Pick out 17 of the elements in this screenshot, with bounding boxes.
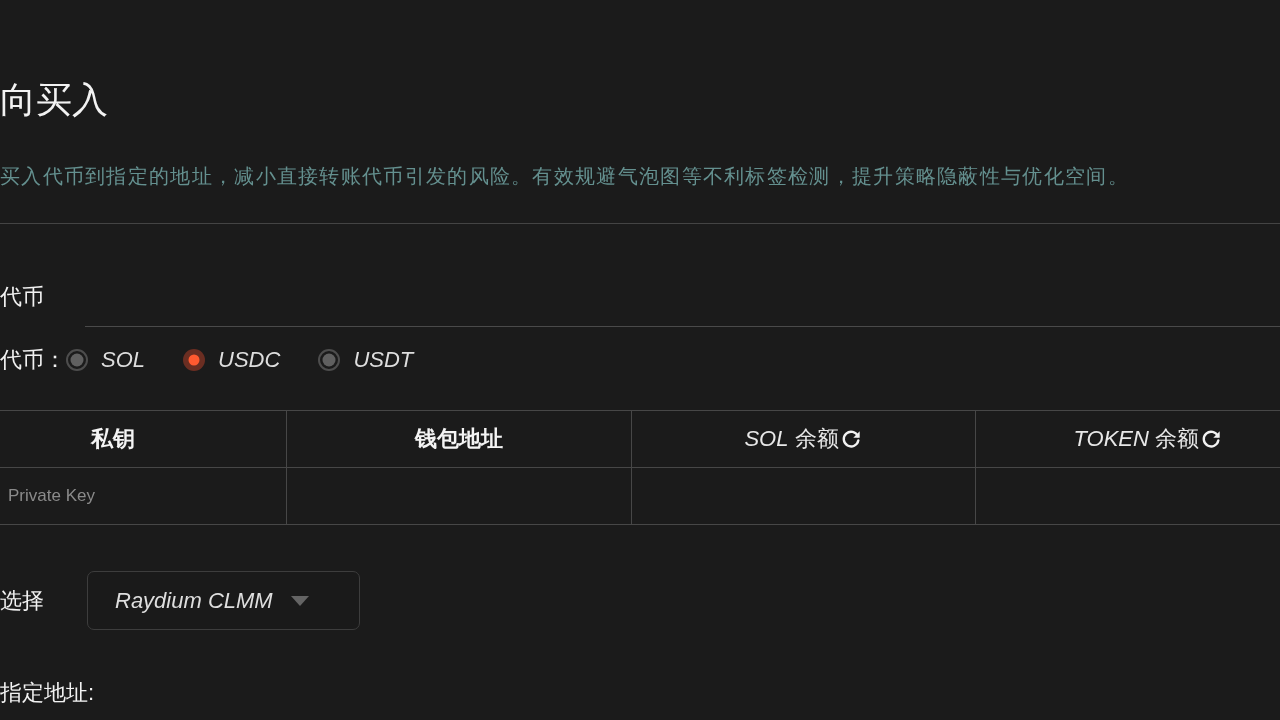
dex-dropdown[interactable]: Raydium CLMM (87, 571, 360, 630)
header-label: 私钥 (90, 426, 135, 451)
header-label: SOL 余额 (744, 426, 839, 451)
currency-label: 代币： (0, 346, 66, 374)
currency-radio[interactable]: SOL (66, 345, 146, 375)
private-key-field[interactable]: Private Key (0, 468, 286, 524)
currency-radio[interactable]: USDT (318, 345, 414, 375)
header-label: 钱包地址 (414, 426, 503, 451)
header-label: TOKEN 余额 (1073, 426, 1199, 451)
refresh-icon[interactable] (1200, 428, 1222, 450)
target-address-label: 指定地址: (0, 679, 95, 707)
currency-radio[interactable]: USDC (183, 345, 281, 375)
page-title: 向买入 (0, 78, 108, 122)
token-section-label: 代币 (0, 283, 45, 311)
dex-label: 选择 (0, 586, 45, 615)
page-description: 买入代币到指定的地址，减小直接转账代币引发的风险。有效规避气泡图等不利标签检测，提升策略隐蔽性与优化空间。 (0, 164, 1129, 189)
caret-icon (290, 595, 309, 606)
